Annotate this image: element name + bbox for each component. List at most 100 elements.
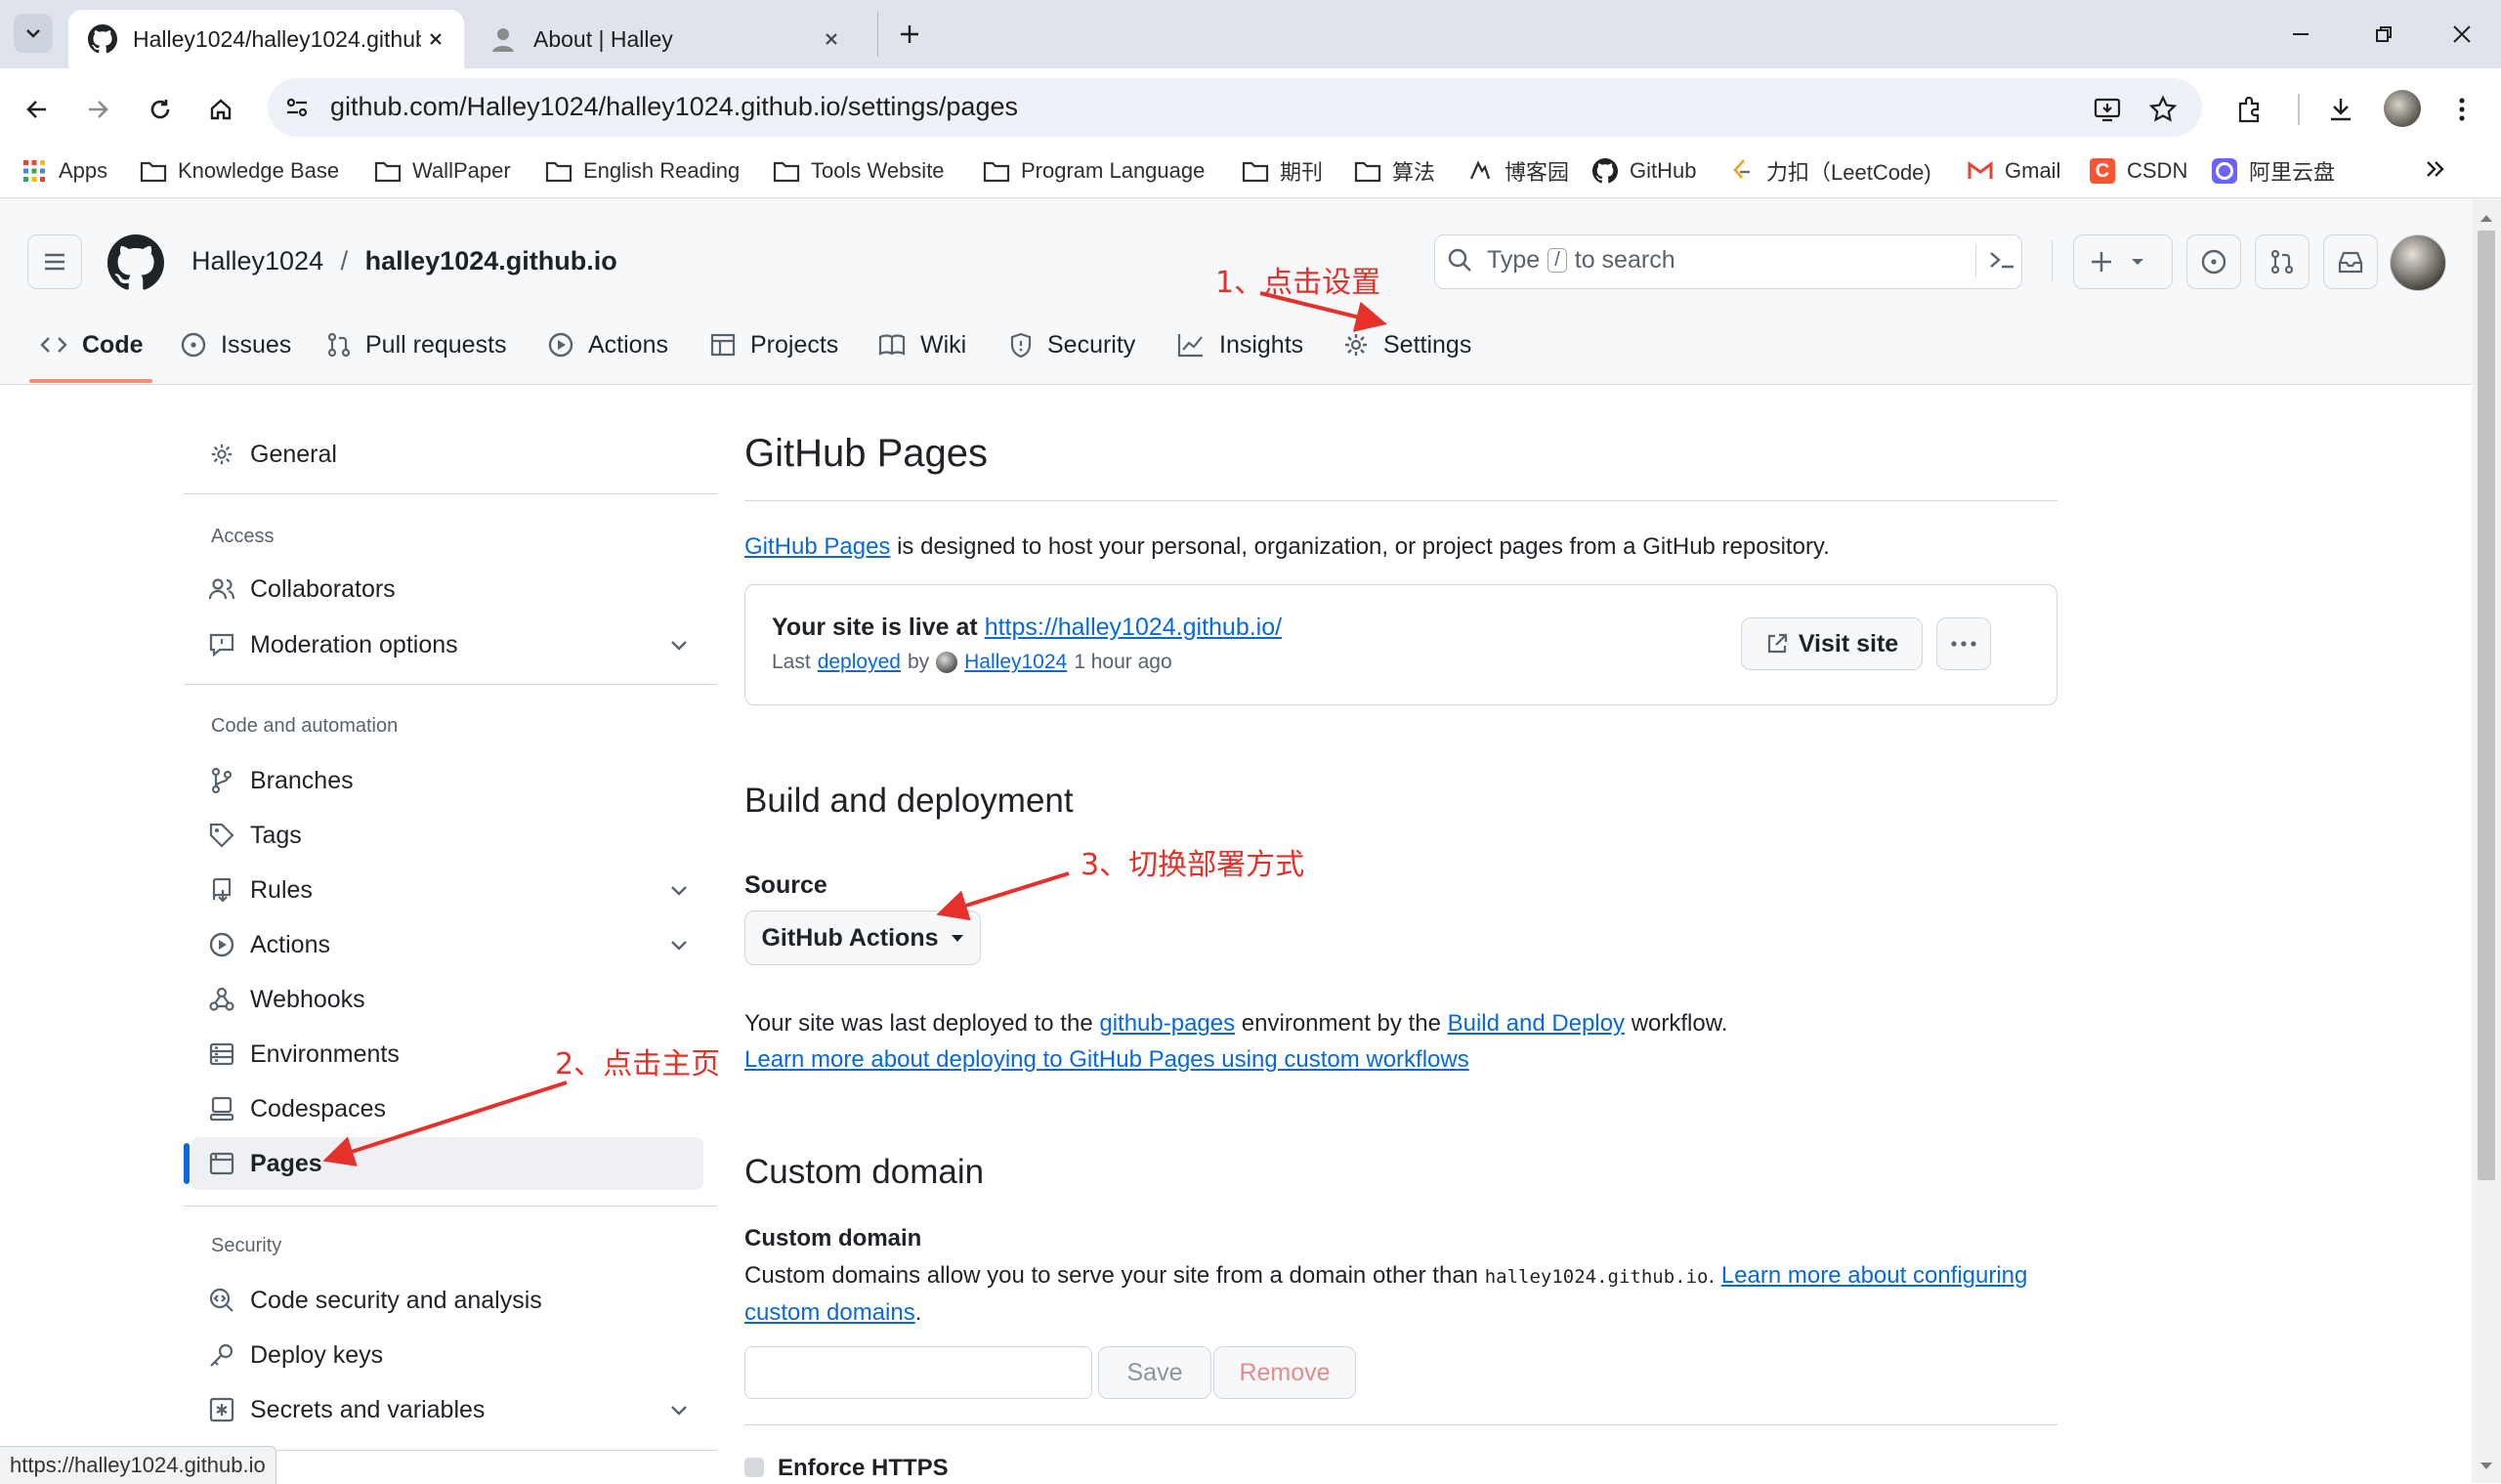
sidebar-divider [184,684,717,685]
sidebar-item-rules[interactable]: Rules [207,866,705,914]
bookmark-cnblogs[interactable]: 博客园 [1465,148,1569,193]
save-button[interactable]: Save [1098,1346,1211,1399]
downloads-icon[interactable] [2319,88,2362,131]
owner-link[interactable]: Halley1024 [191,246,323,276]
sidebar-item-general[interactable]: General [207,430,705,479]
bookmark-folder[interactable]: English Reading [544,148,740,193]
bookmark-github[interactable]: GitHub [1590,148,1696,193]
repo-link[interactable]: halley1024.github.io [365,246,617,276]
extensions-puzzle-icon[interactable] [2227,88,2270,131]
bookmark-folder[interactable]: 算法 [1353,148,1435,193]
book-icon [877,332,907,358]
sidebar-item-pages[interactable]: Pages [207,1139,705,1188]
sidebar-heading-code-automation: Code and automation [211,715,399,737]
tab-insights[interactable]: Insights [1176,313,1303,377]
github-octocat-logo-icon[interactable] [107,234,164,291]
site-info-icon[interactable] [283,94,311,121]
tab-about[interactable]: About | Halley [469,10,860,68]
sidebar-item-branches[interactable]: Branches [207,756,705,805]
tab-issues[interactable]: Issues [180,313,291,377]
more-bookmarks-chevron-icon[interactable] [2423,156,2448,182]
scroll-up-icon[interactable] [2480,213,2493,223]
bookmark-folder[interactable]: 期刊 [1241,148,1323,193]
visit-site-button[interactable]: Visit site [1741,617,1923,670]
code-icon [39,333,68,357]
command-palette-icon[interactable] [1987,246,2016,274]
bookmark-star-icon[interactable] [2141,88,2184,131]
home-icon[interactable] [199,88,242,131]
tab-repo[interactable]: Halley1024/halley1024.github.io [68,10,464,68]
minimize-icon[interactable] [2276,14,2325,55]
repo-push-icon [207,876,236,904]
github-pages-environment-link[interactable]: github-pages [1099,1010,1235,1037]
user-mini-avatar [936,652,958,673]
bookmark-folder[interactable]: WallPaper [373,148,511,193]
bookmark-folder[interactable]: Knowledge Base [139,148,339,193]
user-avatar[interactable] [2390,234,2446,291]
new-tab-plus-icon[interactable] [889,14,930,55]
kebab-horizontal-icon [1950,640,1977,648]
tab-pull-requests[interactable]: Pull requests [326,313,507,377]
annotation-step2: 2、点击主页 [555,1047,721,1081]
forward-arrow-icon[interactable] [76,88,119,131]
create-new-dropdown[interactable] [2073,234,2173,289]
close-window-icon[interactable] [2437,14,2486,55]
bookmark-folder[interactable]: Tools Website [772,148,945,193]
custom-domains-link[interactable]: custom domains [744,1299,915,1326]
tab-search-chevron-icon[interactable] [14,14,53,53]
sidebar-item-tags[interactable]: Tags [207,811,705,860]
tab-settings[interactable]: Settings [1342,313,1471,377]
remove-button[interactable]: Remove [1213,1346,1356,1399]
inbox-icon[interactable] [2323,234,2378,289]
tab-code[interactable]: Code [39,313,144,377]
bookmark-csdn[interactable]: C CSDN [2088,148,2187,193]
sidebar-item-codespaces[interactable]: Codespaces [207,1084,705,1133]
browser-menu-icon[interactable] [2440,88,2483,131]
site-url-link[interactable]: https://halley1024.github.io/ [985,614,1282,641]
bookmark-aliyunpan[interactable]: 阿里云盘 [2210,148,2335,193]
hamburger-menu-icon[interactable] [27,234,82,289]
tab-actions[interactable]: Actions [547,313,668,377]
reload-icon[interactable] [139,88,182,131]
sidebar-item-webhooks[interactable]: Webhooks [207,975,705,1024]
user-link[interactable]: Halley1024 [964,651,1067,674]
enforce-https-checkbox[interactable] [744,1458,764,1477]
tab-security[interactable]: Security [1008,313,1135,377]
github-pages-link[interactable]: GitHub Pages [744,533,890,560]
scrollbar-thumb[interactable] [2478,231,2495,1180]
tab-wiki[interactable]: Wiki [877,313,966,377]
bookmark-leetcode[interactable]: 力扣（LeetCode) [1727,148,1931,193]
deploy-text: Your site was last deployed to the [744,1010,1093,1037]
restore-icon[interactable] [2359,14,2408,55]
sidebar-heading-access: Access [211,526,275,547]
bookmark-folder[interactable]: Program Language [982,148,1205,193]
sidebar-item-moderation-options[interactable]: Moderation options [207,620,705,669]
bookmark-apps[interactable]: Apps [20,148,107,193]
custom-domain-input[interactable] [744,1346,1092,1399]
sidebar-item-collaborators[interactable]: Collaborators [207,565,705,614]
deployed-link[interactable]: deployed [818,651,901,674]
sidebar-item-actions[interactable]: Actions [207,920,705,969]
source-select-dropdown[interactable]: GitHub Actions [744,911,981,965]
gear-icon [207,442,236,467]
sidebar-item-deploy-keys[interactable]: Deploy keys [207,1331,705,1379]
build-and-deploy-link[interactable]: Build and Deploy [1448,1010,1625,1037]
more-options-button[interactable] [1936,617,1991,670]
sidebar-selected-indicator [184,1143,190,1184]
url-text[interactable]: github.com/Halley1024/halley1024.github.… [330,92,1018,122]
sidebar-item-code-security[interactable]: Code security and analysis [207,1276,705,1325]
sidebar-item-secrets-variables[interactable]: Secrets and variables [207,1385,705,1434]
learn-more-custom-domains-link[interactable]: Learn more about configuring [1721,1262,2028,1289]
install-app-icon[interactable] [2086,88,2129,131]
learn-more-workflows-link[interactable]: Learn more about deploying to GitHub Pag… [744,1046,1469,1073]
close-tab-icon[interactable] [817,24,846,54]
scroll-down-icon[interactable] [2480,1462,2493,1471]
back-arrow-icon[interactable] [16,88,59,131]
pull-requests-icon[interactable] [2255,234,2310,289]
bookmark-gmail[interactable]: Gmail [1966,148,2060,193]
issues-icon[interactable] [2186,234,2241,289]
close-tab-icon[interactable] [421,24,450,54]
sidebar-item-label: Webhooks [250,985,365,1013]
tab-projects[interactable]: Projects [709,313,838,377]
profile-avatar[interactable] [2384,90,2421,127]
